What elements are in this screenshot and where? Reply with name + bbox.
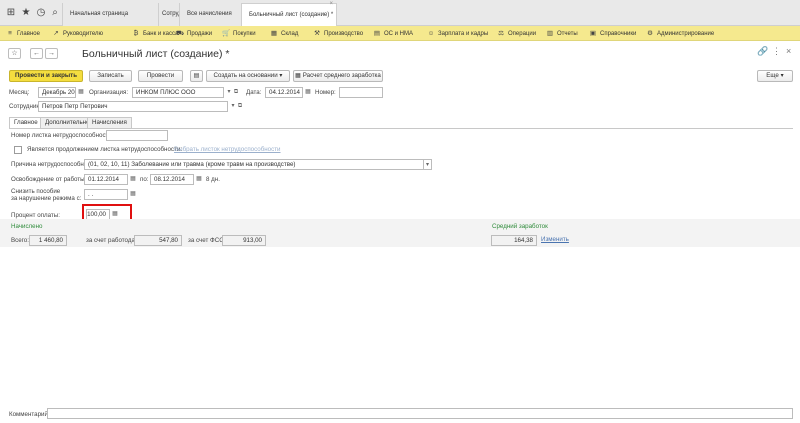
fss-label: за счет ФСС: xyxy=(188,237,226,244)
total-value: 1 460,80 xyxy=(29,235,67,246)
employee-field[interactable]: Петров Петр Петрович xyxy=(38,101,228,112)
tab-all-accruals[interactable]: Все начисления xyxy=(179,3,241,26)
chart-icon: ↗ xyxy=(53,30,59,37)
more-button[interactable]: Еще ▾ xyxy=(757,70,793,82)
sick-number-label: Номер листка нетрудоспособности: xyxy=(11,132,114,139)
calendar-icon[interactable]: ▦ xyxy=(129,174,137,185)
number-label: Номер: xyxy=(315,89,336,96)
operations-icon: ⚖ xyxy=(498,30,504,37)
date-field[interactable]: 04.12.2014 xyxy=(265,87,303,98)
apps-grid-icon[interactable]: ⊞ xyxy=(5,7,17,19)
organization-field[interactable]: ИНКОМ ПЛЮС ООО xyxy=(132,87,224,98)
menu-item-fixed-assets[interactable]: ▤ ОС и НМА xyxy=(373,26,413,41)
top-tab-bar: ⊞ ★ ◷ ⌕ Начальная страница Сотрудники Вс… xyxy=(0,0,800,26)
calendar-icon[interactable]: ▦ xyxy=(77,87,85,98)
release-to-label: по: xyxy=(140,176,149,183)
production-icon: ⚒ xyxy=(314,30,320,37)
menu-item-main[interactable]: ≡ Главное xyxy=(6,26,40,41)
open-link-icon[interactable]: ⧉ xyxy=(236,101,244,112)
sick-number-field[interactable] xyxy=(106,130,168,141)
tab-accruals[interactable]: Начисления xyxy=(87,117,132,128)
menu-item-salary[interactable]: ☺ Зарплата и кадры xyxy=(427,26,489,41)
bookmark-icon[interactable]: ☆ xyxy=(8,48,21,59)
page-title: Больничный лист (создание) * xyxy=(82,48,230,60)
reduce-benefit-field[interactable]: . . xyxy=(84,189,128,200)
employer-label: за счет работодат.: xyxy=(86,237,141,244)
close-icon[interactable]: × xyxy=(786,46,791,56)
reason-field[interactable]: (01, 02, 10, 11) Заболевание или травма … xyxy=(84,159,424,170)
menu-item-manager[interactable]: ↗ Руководителю xyxy=(52,26,103,41)
menu-icon: ≡ xyxy=(8,30,12,37)
days-count: 8 дн. xyxy=(206,176,220,183)
document-icon[interactable]: ▤ xyxy=(190,70,203,82)
menu-item-references[interactable]: ▣ Справочники xyxy=(589,26,636,41)
post-and-close-button[interactable]: Провести и закрыть xyxy=(9,70,83,82)
menu-item-purchases[interactable]: 🛒 Покупки xyxy=(222,26,256,41)
tab-sick-leave[interactable]: Больничный лист (создание) * × xyxy=(241,0,337,26)
bank-icon: ₿ xyxy=(133,30,139,37)
employer-value: 547,80 xyxy=(134,235,182,246)
choose-sick-leave-link[interactable]: Выбрать листок нетрудоспособности xyxy=(174,146,281,153)
people-icon: ☺ xyxy=(427,30,435,37)
section-menu-bar: ≡ Главное ↗ Руководителю ₿ Банк и касса ⛟ Пр… xyxy=(0,26,800,41)
menu-item-sales[interactable]: ⛟ Продажи xyxy=(176,26,212,41)
close-tab-icon[interactable]: × xyxy=(329,0,333,10)
continuation-label: Является продолжением листка нетрудоспос… xyxy=(27,146,183,153)
post-button[interactable]: Провести xyxy=(138,70,183,82)
release-from-label: Освобождение от работы с: xyxy=(11,176,92,183)
organization-label: Организация: xyxy=(89,89,129,96)
continuation-checkbox[interactable] xyxy=(14,146,22,154)
avg-earnings-value: 164,38 xyxy=(491,235,537,246)
forward-arrow-icon[interactable]: → xyxy=(45,48,58,59)
menu-item-operations[interactable]: ⚖ Операции xyxy=(497,26,536,41)
release-from-field[interactable]: 01.12.2014 xyxy=(84,174,128,185)
reduce-benefit-label: Снизить пособие xyxy=(11,188,61,195)
payment-percent-label: Процент оплаты: xyxy=(11,212,60,219)
avg-earnings-title: Средний заработок xyxy=(492,223,548,230)
calendar-icon[interactable]: ▦ xyxy=(304,87,312,98)
truck-icon: ⛟ xyxy=(176,30,185,37)
comment-label: Комментарий: xyxy=(9,411,50,418)
save-button[interactable]: Записать xyxy=(89,70,132,82)
search-icon[interactable]: ⌕ xyxy=(49,7,61,19)
warehouse-icon: ▦ xyxy=(270,30,278,37)
menu-item-production[interactable]: ⚒ Производство xyxy=(313,26,363,41)
link-icon[interactable]: 🔗 xyxy=(757,46,768,57)
menu-item-admin[interactable]: ⚙ Администрирование xyxy=(646,26,714,41)
assets-icon: ▤ xyxy=(373,30,381,37)
tab-employees[interactable]: Сотрудники xyxy=(158,3,195,26)
employee-label: Сотрудник: xyxy=(9,103,41,110)
star-icon[interactable]: ★ xyxy=(20,7,32,19)
menu-item-warehouse[interactable]: ▦ Склад xyxy=(270,26,298,41)
back-arrow-icon[interactable]: ← xyxy=(30,48,43,59)
fss-value: 913,00 xyxy=(222,235,266,246)
month-field[interactable]: Декабрь 2014 xyxy=(38,87,76,98)
calendar-icon[interactable]: ▦ xyxy=(195,174,203,185)
reason-label: Причина нетрудоспособн.: xyxy=(11,161,88,168)
more-dots-icon[interactable]: ⋮ xyxy=(772,46,781,57)
number-field[interactable] xyxy=(339,87,383,98)
history-icon[interactable]: ◷ xyxy=(35,7,47,19)
reports-icon: ▥ xyxy=(546,30,554,37)
tab-start-page[interactable]: Начальная страница xyxy=(62,3,158,26)
comment-field[interactable] xyxy=(47,408,793,419)
tab-divider xyxy=(9,128,793,129)
cart-icon: 🛒 xyxy=(222,30,231,37)
open-link-icon[interactable]: ⧉ xyxy=(232,87,240,98)
release-to-field[interactable]: 08.12.2014 xyxy=(150,174,194,185)
create-based-on-button[interactable]: Создать на основании ▾ xyxy=(206,70,290,82)
gear-icon: ⚙ xyxy=(647,30,653,37)
book-icon: ▣ xyxy=(589,30,597,37)
menu-item-reports[interactable]: ▥ Отчеты xyxy=(546,26,578,41)
reduce-benefit-label-2: за нарушение режима с: xyxy=(11,195,82,202)
month-label: Месяц: xyxy=(9,89,30,96)
date-label: Дата: xyxy=(246,89,262,96)
calc-avg-earnings-button[interactable]: ▦ Расчет среднего заработка xyxy=(293,70,383,82)
calendar-icon[interactable]: ▦ xyxy=(129,189,137,200)
chevron-down-icon[interactable]: ▾ xyxy=(424,159,432,170)
change-avg-earnings-link[interactable]: Изменить xyxy=(541,236,569,243)
menu-item-bank[interactable]: ₿ Банк и касса xyxy=(132,26,179,41)
total-label: Всего: xyxy=(11,237,29,244)
accrued-title: Начислено xyxy=(11,223,43,230)
